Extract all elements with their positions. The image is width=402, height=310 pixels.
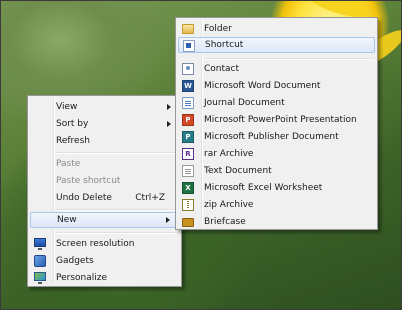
menu-item-label: Microsoft Publisher Document: [204, 132, 339, 142]
menu-item-label: New: [57, 215, 77, 225]
menu-item-label: Personalize: [56, 273, 108, 283]
menu-item-label: Shortcut: [205, 40, 244, 50]
briefcase-icon: [182, 218, 194, 227]
journal-document-icon: [182, 97, 194, 109]
keyboard-shortcut: Ctrl+Z: [135, 193, 165, 203]
menu-item-label: Paste: [56, 159, 81, 169]
menu-item-gadgets[interactable]: Gadgets: [30, 253, 179, 269]
submenu-arrow-icon: [167, 104, 171, 110]
menu-item-label: View: [56, 102, 78, 112]
submenu-item-zip-archive[interactable]: zip Archive: [178, 197, 375, 213]
menu-item-label: Briefcase: [204, 217, 246, 227]
rar-archive-icon: R: [182, 148, 194, 160]
menu-item-paste[interactable]: Paste: [30, 156, 179, 172]
submenu-arrow-icon: [167, 121, 171, 127]
submenu-arrow-icon: [166, 217, 170, 223]
menu-item-label: Microsoft PowerPoint Presentation: [204, 115, 357, 125]
contact-icon: [182, 63, 194, 75]
menu-separator: [204, 58, 374, 60]
new-submenu: Folder Shortcut Contact W Microsoft Word…: [175, 17, 378, 230]
menu-item-label: rar Archive: [204, 149, 254, 159]
menu-separator: [56, 232, 178, 234]
menu-item-label: Microsoft Word Document: [204, 81, 321, 91]
personalize-icon: [34, 272, 46, 284]
folder-icon: [182, 24, 194, 34]
menu-item-label: Folder: [204, 24, 232, 34]
submenu-item-shortcut[interactable]: Shortcut: [178, 37, 375, 53]
menu-item-personalize[interactable]: Personalize: [30, 270, 179, 286]
menu-item-sort-by[interactable]: Sort by: [30, 116, 179, 132]
menu-item-label: Undo Delete: [56, 193, 112, 203]
word-document-icon: W: [182, 80, 194, 92]
menu-separator: [56, 209, 178, 211]
menu-item-label: Contact: [204, 64, 240, 74]
powerpoint-icon: P: [182, 114, 194, 126]
submenu-item-briefcase[interactable]: Briefcase: [178, 214, 375, 230]
submenu-item-excel[interactable]: X Microsoft Excel Worksheet: [178, 180, 375, 196]
submenu-item-text-document[interactable]: Text Document: [178, 163, 375, 179]
submenu-item-folder[interactable]: Folder: [178, 21, 375, 37]
excel-icon: X: [182, 182, 194, 194]
desktop-context-menu: View Sort by Refresh Paste Paste shortcu…: [27, 95, 182, 287]
submenu-item-word-document[interactable]: W Microsoft Word Document: [178, 78, 375, 94]
gadgets-icon: [34, 255, 46, 267]
menu-item-label: Gadgets: [56, 256, 94, 266]
shortcut-icon: [183, 40, 195, 52]
menu-item-label: Sort by: [56, 119, 89, 129]
submenu-item-publisher[interactable]: P Microsoft Publisher Document: [178, 129, 375, 145]
menu-item-label: Refresh: [56, 136, 90, 146]
menu-item-label: zip Archive: [204, 200, 254, 210]
menu-separator: [56, 152, 178, 154]
submenu-item-rar-archive[interactable]: R rar Archive: [178, 146, 375, 162]
menu-item-refresh[interactable]: Refresh: [30, 133, 179, 149]
text-document-icon: [182, 165, 194, 177]
menu-item-undo-delete[interactable]: Undo Delete Ctrl+Z: [30, 190, 179, 206]
menu-item-label: Microsoft Excel Worksheet: [204, 183, 323, 193]
zip-archive-icon: [182, 199, 194, 211]
menu-item-label: Text Document: [204, 166, 272, 176]
menu-item-screen-resolution[interactable]: Screen resolution: [30, 236, 179, 252]
menu-item-paste-shortcut[interactable]: Paste shortcut: [30, 173, 179, 189]
menu-item-label: Paste shortcut: [56, 176, 121, 186]
screen-resolution-icon: [34, 238, 46, 250]
publisher-icon: P: [182, 131, 194, 143]
menu-item-label: Journal Document: [204, 98, 285, 108]
submenu-item-powerpoint[interactable]: P Microsoft PowerPoint Presentation: [178, 112, 375, 128]
menu-item-new[interactable]: New: [30, 212, 179, 228]
menu-item-view[interactable]: View: [30, 99, 179, 115]
menu-item-label: Screen resolution: [56, 239, 135, 249]
submenu-item-contact[interactable]: Contact: [178, 61, 375, 77]
submenu-item-journal-document[interactable]: Journal Document: [178, 95, 375, 111]
